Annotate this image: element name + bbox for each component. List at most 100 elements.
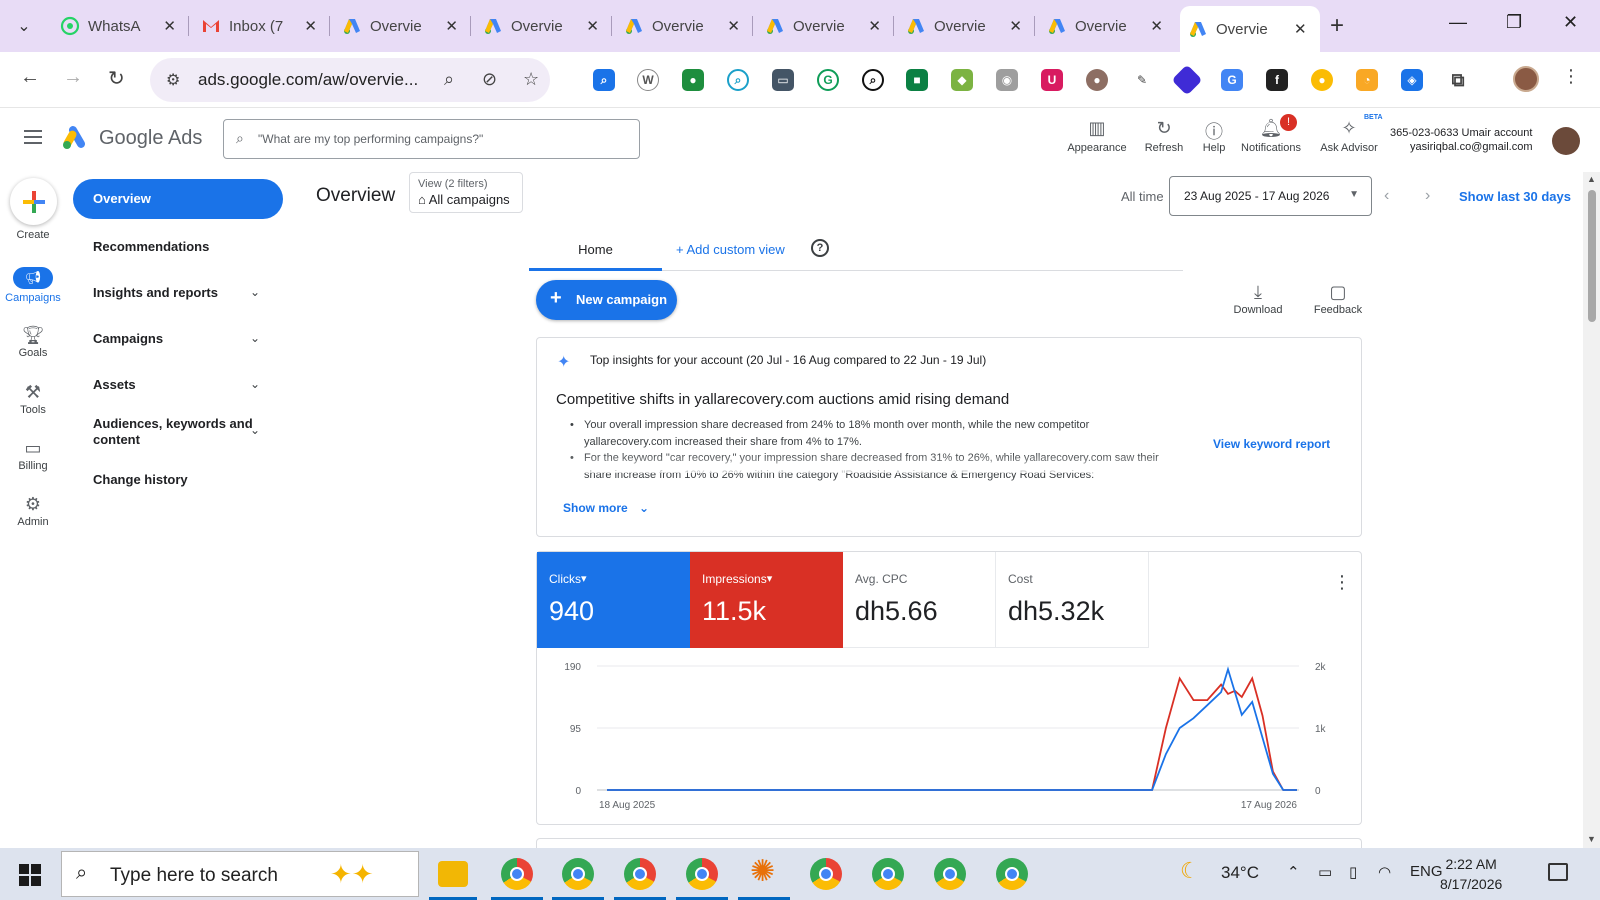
- nav-overview[interactable]: Overview: [73, 179, 283, 219]
- grammarly-extension-icon[interactable]: G: [817, 69, 839, 91]
- language-indicator[interactable]: ENG: [1410, 863, 1443, 880]
- wifi-icon[interactable]: ◠: [1378, 863, 1391, 881]
- nav-recommendations[interactable]: Recommendations: [93, 239, 209, 254]
- notification-center-icon[interactable]: [1548, 863, 1568, 881]
- show-last-30-days-link[interactable]: Show last 30 days: [1459, 189, 1571, 204]
- taskbar-clock[interactable]: 2:22 AM 8/17/2026: [1440, 854, 1502, 894]
- nav-campaigns[interactable]: Campaigns: [93, 331, 163, 346]
- bulb-extension-icon[interactable]: ●: [1311, 69, 1333, 91]
- wordpress-extension-icon[interactable]: W: [637, 69, 659, 91]
- tab-home[interactable]: Home: [529, 233, 662, 271]
- help-question-icon[interactable]: ?: [811, 239, 829, 257]
- new-tab-button[interactable]: +: [1330, 12, 1344, 40]
- more-options-icon[interactable]: ⋮: [1333, 572, 1351, 593]
- rail-tools[interactable]: ⚒ Tools: [0, 382, 66, 416]
- account-avatar[interactable]: [1552, 127, 1580, 155]
- search-input[interactable]: ⌕ "What are my top performing campaigns?…: [223, 119, 640, 159]
- previous-period-icon[interactable]: ‹: [1384, 187, 1389, 205]
- close-tab-icon[interactable]: ✕: [1009, 17, 1022, 35]
- chrome-profile-icon[interactable]: [996, 858, 1028, 890]
- chrome-profile-icon[interactable]: [624, 858, 656, 890]
- scroll-down-arrow-icon[interactable]: ▼: [1587, 834, 1596, 844]
- browser-tab[interactable]: Overvie ✕: [898, 8, 1030, 44]
- chevron-down-icon[interactable]: ⌄: [250, 423, 260, 437]
- create-button[interactable]: [10, 178, 57, 225]
- restore-button[interactable]: ❐: [1506, 12, 1522, 33]
- claude-app-icon[interactable]: ✺: [748, 855, 780, 890]
- chrome-profile-icon[interactable]: [872, 858, 904, 890]
- metric-dropdown-icon[interactable]: ▾: [581, 572, 587, 586]
- site-info-icon[interactable]: ⚙: [166, 70, 180, 90]
- seo-search-extension-icon[interactable]: ⌕: [862, 69, 884, 91]
- tab-search-chevron-icon[interactable]: ⌄: [10, 12, 38, 40]
- font-extension-icon[interactable]: f: [1266, 69, 1288, 91]
- page-scrollbar[interactable]: ▲ ▼: [1583, 172, 1600, 848]
- close-tab-icon[interactable]: ✕: [727, 17, 740, 35]
- bookmark-star-icon[interactable]: ☆: [523, 69, 539, 90]
- close-tab-icon[interactable]: ✕: [1150, 17, 1163, 35]
- magnifier-extension-icon[interactable]: ⌕: [727, 69, 749, 91]
- metric-tile[interactable]: Clicks ▾ 940: [537, 552, 690, 648]
- refresh-button[interactable]: ↻ Refresh: [1142, 118, 1186, 154]
- browser-tab[interactable]: Overvie ✕: [1039, 8, 1171, 44]
- rail-campaigns[interactable]: 📢︎ Campaigns: [0, 267, 66, 304]
- metric-dropdown-icon[interactable]: ▾: [767, 572, 773, 586]
- hamburger-menu-icon[interactable]: [24, 130, 42, 144]
- next-period-icon[interactable]: ›: [1425, 187, 1430, 205]
- browser-tab[interactable]: Overvie ✕: [334, 8, 466, 44]
- address-bar[interactable]: ⚙ ads.google.com/aw/overvie... ⌕ ⊘ ☆: [150, 58, 550, 102]
- close-tab-icon[interactable]: ✕: [304, 17, 317, 35]
- browser-profile-avatar[interactable]: [1513, 66, 1539, 92]
- browser-tab[interactable]: Overvie ✕: [475, 8, 607, 44]
- browser-tab[interactable]: WhatsA ✕: [52, 8, 184, 44]
- help-button[interactable]: ⓘ Help: [1199, 118, 1229, 154]
- browser-tab[interactable]: Overvie ✕: [616, 8, 748, 44]
- forward-arrow-icon[interactable]: →: [63, 66, 83, 89]
- close-tab-icon[interactable]: ✕: [868, 17, 881, 35]
- extension-search-icon[interactable]: ⌕: [593, 69, 615, 91]
- eyedropper-extension-icon[interactable]: ✎: [1131, 69, 1153, 91]
- close-tab-icon[interactable]: ✕: [586, 17, 599, 35]
- close-tab-icon[interactable]: ✕: [445, 17, 458, 35]
- diamond-extension-icon[interactable]: [1171, 64, 1203, 96]
- date-range-picker[interactable]: 23 Aug 2025 - 17 Aug 2026 ▼: [1169, 176, 1372, 216]
- scroll-thumb[interactable]: [1588, 190, 1596, 322]
- browser-menu-icon[interactable]: ⋮: [1562, 66, 1580, 87]
- download-button[interactable]: ⤓ Download: [1230, 282, 1286, 316]
- screen-extension-icon[interactable]: ▭: [772, 69, 794, 91]
- tag-extension-icon[interactable]: ◈: [1401, 69, 1423, 91]
- back-arrow-icon[interactable]: ←: [20, 66, 40, 89]
- notifications-button[interactable]: 🔔︎ ! Notifications: [1240, 114, 1302, 154]
- timer-extension-icon[interactable]: ◔: [1356, 69, 1378, 91]
- tracking-protection-icon[interactable]: ⊘: [482, 69, 497, 90]
- minimize-button[interactable]: —: [1449, 12, 1467, 33]
- camera-extension-icon[interactable]: ◉: [996, 69, 1018, 91]
- file-explorer-icon[interactable]: [438, 861, 468, 887]
- rail-admin[interactable]: ⚙ Admin: [0, 494, 66, 528]
- shield-extension-icon[interactable]: U: [1041, 69, 1063, 91]
- browser-tab[interactable]: Overvie ✕: [757, 8, 889, 44]
- nav-change-history[interactable]: Change history: [93, 472, 188, 487]
- device-icon[interactable]: ▯: [1349, 863, 1357, 881]
- rail-goals[interactable]: 🏆︎ Goals: [0, 325, 66, 359]
- zoom-icon[interactable]: ⌕: [444, 69, 454, 90]
- metric-tile[interactable]: Avg. CPC dh5.66: [843, 552, 996, 648]
- view-selector[interactable]: View (2 filters) ⌂ All campaigns: [409, 172, 523, 213]
- scroll-up-arrow-icon[interactable]: ▲: [1587, 174, 1596, 184]
- metric-tile[interactable]: Impressions ▾ 11.5k: [690, 552, 843, 648]
- reload-icon[interactable]: ↻: [108, 66, 125, 91]
- weather-moon-icon[interactable]: ☾: [1180, 858, 1200, 884]
- nav-insights-reports[interactable]: Insights and reports: [93, 285, 218, 300]
- android-extension-icon[interactable]: ●: [682, 69, 704, 91]
- chevron-down-icon[interactable]: ⌄: [250, 377, 260, 391]
- chrome-profile-icon[interactable]: [562, 858, 594, 890]
- feedback-button[interactable]: ▢ Feedback: [1310, 282, 1366, 316]
- chrome-profile-icon[interactable]: [686, 858, 718, 890]
- cookie-extension-icon[interactable]: ●: [1086, 69, 1108, 91]
- appearance-button[interactable]: ▥ Appearance: [1067, 118, 1127, 154]
- nav-assets[interactable]: Assets: [93, 377, 136, 392]
- battery-icon[interactable]: ▭: [1318, 863, 1332, 881]
- weather-temperature[interactable]: 34°C: [1221, 863, 1259, 883]
- rail-billing[interactable]: ▭ Billing: [0, 438, 66, 472]
- new-campaign-button[interactable]: + New campaign: [536, 280, 677, 320]
